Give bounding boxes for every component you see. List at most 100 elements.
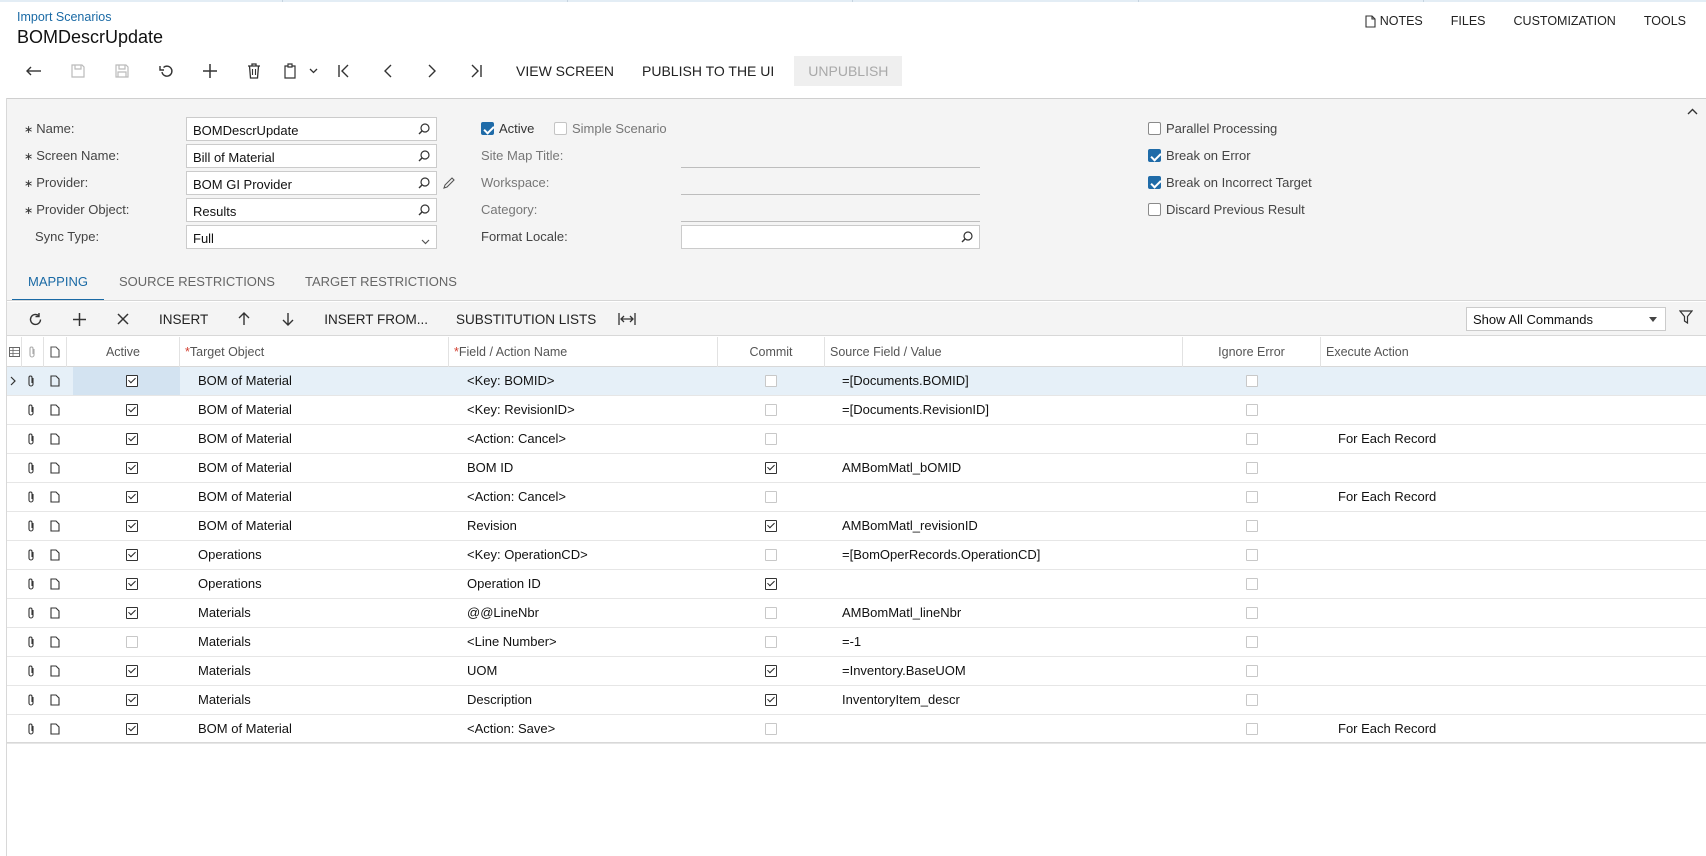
row-active-checkbox[interactable]	[126, 375, 138, 387]
source-field-cell[interactable]: =[Documents.BOMID]	[842, 367, 969, 395]
note-icon[interactable]	[50, 425, 60, 453]
target-object-cell[interactable]: BOM of Material	[198, 483, 292, 511]
move-down-icon[interactable]	[266, 304, 310, 334]
insert-from-button[interactable]: INSERT FROM...	[310, 312, 442, 327]
note-icon[interactable]	[50, 367, 60, 395]
view-screen-button[interactable]: VIEW SCREEN	[502, 56, 628, 86]
row-active-checkbox[interactable]	[126, 694, 138, 706]
target-object-cell[interactable]: BOM of Material	[198, 715, 292, 743]
attachment-icon[interactable]	[27, 657, 36, 685]
undo-icon[interactable]	[144, 56, 188, 86]
insert-button[interactable]: INSERT	[145, 312, 222, 327]
target-object-cell[interactable]: BOM of Material	[198, 512, 292, 540]
prev-record-icon[interactable]	[366, 56, 410, 86]
table-row[interactable]: BOM of Material <Action: Save> For Each Re…	[7, 715, 1706, 744]
target-object-cell[interactable]: BOM of Material	[198, 367, 292, 395]
row-active-checkbox[interactable]	[126, 723, 138, 735]
row-ignore-error-checkbox[interactable]	[1246, 549, 1258, 561]
row-ignore-error-checkbox[interactable]	[1246, 636, 1258, 648]
row-commit-checkbox[interactable]	[765, 549, 777, 561]
simple-scenario-checkbox[interactable]: Simple Scenario	[554, 121, 667, 136]
col-target-object[interactable]: *Target Object	[180, 337, 449, 367]
row-ignore-error-checkbox[interactable]	[1246, 694, 1258, 706]
table-row[interactable]: Operations <Key: OperationCD> =[BomOperRec…	[7, 541, 1706, 570]
row-active-checkbox[interactable]	[126, 520, 138, 532]
attachment-icon[interactable]	[27, 512, 36, 540]
target-object-cell[interactable]: BOM of Material	[198, 454, 292, 482]
save-icon[interactable]	[100, 56, 144, 86]
field-action-cell[interactable]: @@LineNbr	[467, 599, 539, 627]
save-close-icon[interactable]	[56, 56, 100, 86]
search-icon[interactable]	[961, 231, 973, 246]
publish-button[interactable]: PUBLISH TO THE UI	[628, 56, 788, 86]
chevron-down-icon[interactable]	[304, 56, 322, 86]
source-field-cell[interactable]: AMBomMatl_lineNbr	[842, 599, 961, 627]
add-row-icon[interactable]	[57, 304, 101, 334]
customization-link[interactable]: CUSTOMIZATION	[1514, 14, 1616, 28]
table-row[interactable]: Materials Description InventoryItem_descr	[7, 686, 1706, 715]
discard-previous-result-checkbox[interactable]: Discard Previous Result	[1148, 202, 1305, 217]
grid-settings-icon[interactable]	[7, 337, 22, 367]
col-execute-action[interactable]: Execute Action	[1321, 337, 1706, 367]
notes-link[interactable]: NOTES	[1365, 14, 1423, 28]
active-checkbox[interactable]: Active	[481, 121, 534, 136]
row-active-checkbox[interactable]	[126, 433, 138, 445]
breadcrumb[interactable]: Import Scenarios	[17, 10, 111, 24]
clipboard-icon[interactable]	[276, 56, 304, 86]
field-action-cell[interactable]: <Key: OperationCD>	[467, 541, 588, 569]
field-action-cell[interactable]: <Line Number>	[467, 628, 557, 656]
row-ignore-error-checkbox[interactable]	[1246, 433, 1258, 445]
delete-icon[interactable]	[232, 56, 276, 86]
row-commit-checkbox[interactable]	[765, 723, 777, 735]
row-commit-checkbox[interactable]	[765, 578, 777, 590]
tab-mapping[interactable]: MAPPING	[12, 270, 104, 301]
chevron-up-icon[interactable]	[1687, 103, 1698, 118]
col-field-action-name[interactable]: *Field / Action Name	[449, 337, 718, 367]
tools-link[interactable]: TOOLS	[1644, 14, 1686, 28]
row-commit-checkbox[interactable]	[765, 462, 777, 474]
table-row[interactable]: BOM of Material <Key: RevisionID> =[Docume…	[7, 396, 1706, 425]
search-icon[interactable]	[418, 204, 430, 219]
source-field-cell[interactable]: =[Documents.RevisionID]	[842, 396, 989, 424]
break-on-error-checkbox[interactable]: Break on Error	[1148, 148, 1251, 163]
source-field-cell[interactable]: InventoryItem_descr	[842, 686, 960, 714]
row-ignore-error-checkbox[interactable]	[1246, 578, 1258, 590]
fit-columns-icon[interactable]	[610, 304, 644, 334]
commands-filter-select[interactable]: Show All Commands	[1466, 307, 1666, 331]
last-record-icon[interactable]	[454, 56, 498, 86]
refresh-icon[interactable]	[13, 304, 57, 334]
table-row[interactable]: Materials <Line Number> =-1	[7, 628, 1706, 657]
add-icon[interactable]	[188, 56, 232, 86]
note-icon[interactable]	[50, 483, 60, 511]
col-commit[interactable]: Commit	[718, 337, 825, 367]
note-icon[interactable]	[50, 396, 60, 424]
workspace-field[interactable]	[681, 194, 980, 195]
col-ignore-error[interactable]: Ignore Error	[1183, 337, 1321, 367]
source-field-cell[interactable]: =[BomOperRecords.OperationCD]	[842, 541, 1040, 569]
note-icon[interactable]	[50, 715, 60, 743]
source-field-cell[interactable]: AMBomMatl_revisionID	[842, 512, 978, 540]
target-object-cell[interactable]: BOM of Material	[198, 396, 292, 424]
note-icon[interactable]	[50, 599, 60, 627]
row-active-checkbox[interactable]	[126, 549, 138, 561]
back-icon[interactable]	[12, 56, 56, 86]
col-source-field-value[interactable]: Source Field / Value	[825, 337, 1183, 367]
field-action-cell[interactable]: <Key: RevisionID>	[467, 396, 575, 424]
row-commit-checkbox[interactable]	[765, 636, 777, 648]
provider-object-field[interactable]: Results	[186, 198, 437, 222]
row-active-checkbox[interactable]	[126, 607, 138, 619]
note-icon[interactable]	[50, 541, 60, 569]
field-action-cell[interactable]: <Action: Cancel>	[467, 483, 566, 511]
unpublish-button[interactable]: UNPUBLISH	[794, 56, 903, 86]
row-active-checkbox[interactable]	[126, 491, 138, 503]
attachment-icon[interactable]	[27, 483, 36, 511]
attachment-icon[interactable]	[27, 425, 36, 453]
row-commit-checkbox[interactable]	[765, 607, 777, 619]
table-row[interactable]: Operations Operation ID	[7, 570, 1706, 599]
row-active-checkbox[interactable]	[126, 665, 138, 677]
search-icon[interactable]	[418, 123, 430, 138]
attachment-icon[interactable]	[27, 367, 36, 395]
note-icon[interactable]	[50, 686, 60, 714]
filter-icon[interactable]	[1678, 310, 1694, 327]
row-commit-checkbox[interactable]	[765, 694, 777, 706]
